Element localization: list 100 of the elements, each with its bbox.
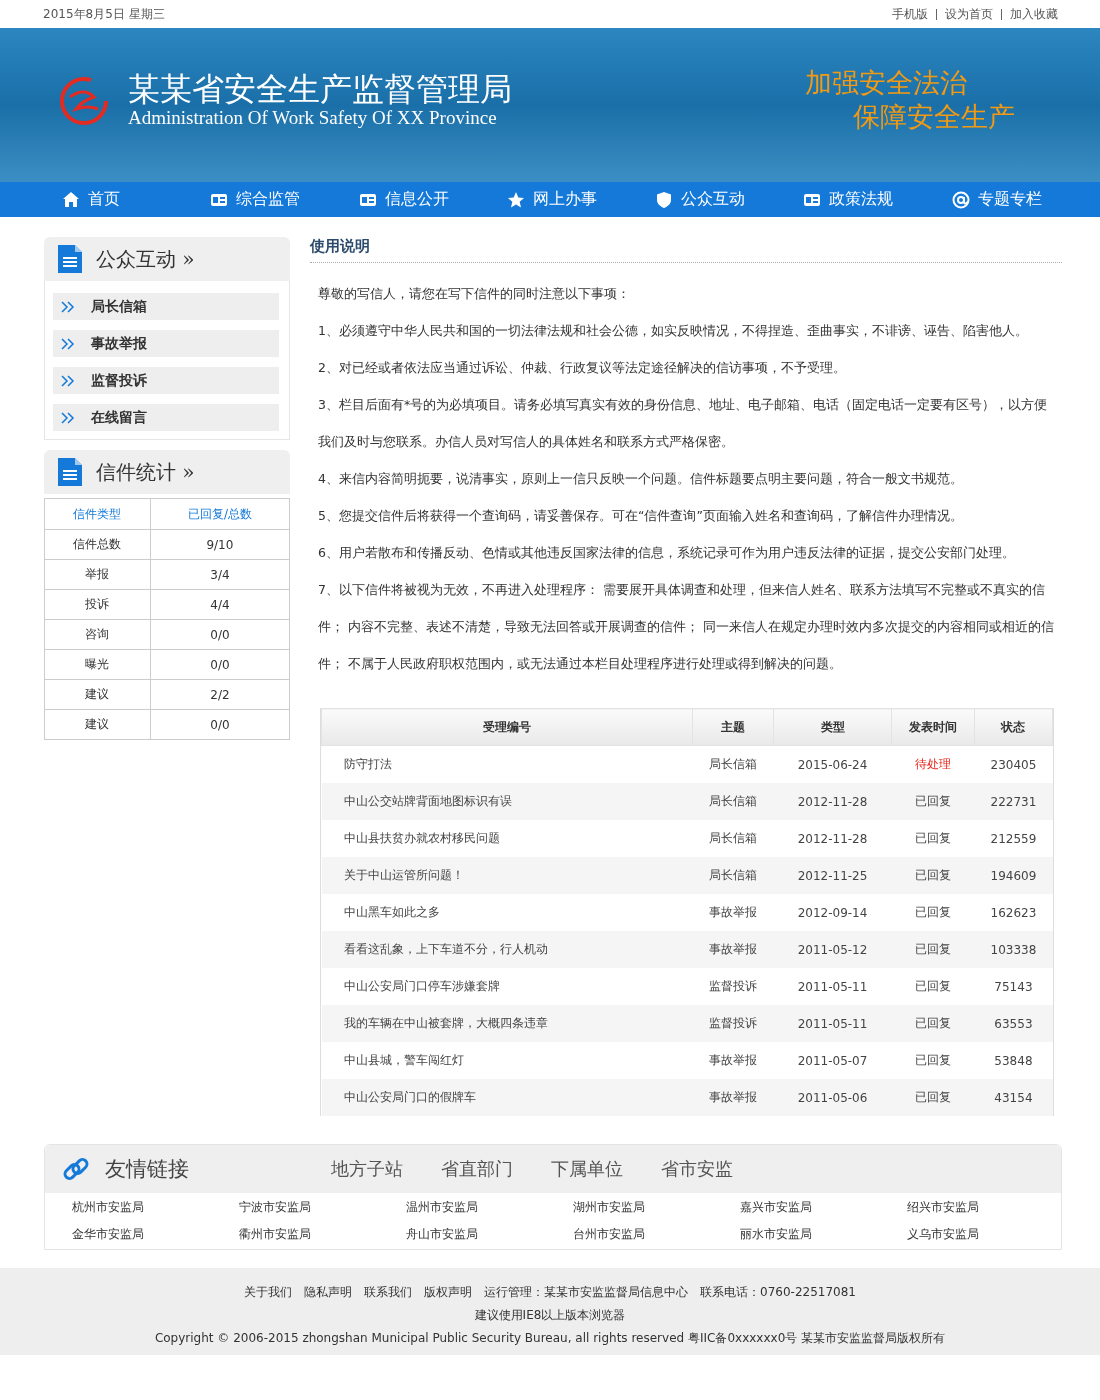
- friend-link[interactable]: 湖州市安监局: [573, 1199, 740, 1216]
- table-cell[interactable]: 中山公安局门口的假牌车: [321, 1079, 693, 1116]
- panel-title[interactable]: 公众互动 »: [96, 245, 195, 273]
- sidebar-item[interactable]: 事故举报: [53, 330, 279, 357]
- table-cell: 事故举报: [692, 1042, 774, 1079]
- sidebar-item[interactable]: 局长信箱: [53, 293, 279, 320]
- table-cell: 局长信箱: [692, 783, 774, 820]
- friend-link[interactable]: 杭州市安监局: [72, 1199, 239, 1216]
- table-cell: 2011-05-06: [773, 1079, 892, 1116]
- table-cell: 0/0: [150, 619, 290, 650]
- status-cell: 已回复: [891, 1079, 975, 1116]
- table-cell: 建议: [44, 679, 151, 710]
- table-cell: 0/0: [150, 709, 290, 740]
- status-cell: 已回复: [891, 1005, 975, 1042]
- links-tab[interactable]: 省市安监: [661, 1157, 733, 1181]
- table-cell: 2012-11-28: [773, 820, 892, 857]
- shield-icon: [655, 190, 674, 209]
- status-cell: 已回复: [891, 1042, 975, 1079]
- nav-item[interactable]: 专题专栏: [951, 182, 1100, 217]
- slogan-text: 保障安全生产: [852, 100, 1015, 134]
- table-cell: 2012-11-28: [773, 783, 892, 820]
- paragraph: 6、用户若散布和传播反动、色情或其他违反国家法律的信息，系统记录可作为用户违反法律的证据，提交公安部门处理。: [318, 544, 1016, 562]
- friend-link[interactable]: 绍兴市安监局: [907, 1199, 1074, 1216]
- links-title: 友情链接: [105, 1156, 190, 1183]
- table-cell: 9/10: [150, 529, 290, 560]
- friend-link[interactable]: 丽水市安监局: [740, 1226, 907, 1243]
- nav-item[interactable]: 政策法规: [803, 182, 952, 217]
- status-cell: 已回复: [891, 968, 975, 1005]
- links-tab[interactable]: 地方子站: [331, 1157, 403, 1181]
- double-chevron-icon: [61, 411, 75, 424]
- status-cell: 已回复: [891, 857, 975, 894]
- nav-item[interactable]: 综合监管: [210, 182, 359, 217]
- table-cell[interactable]: 中山公安局门口停车涉嫌套牌: [321, 968, 693, 1005]
- at-sign-icon: [951, 190, 970, 209]
- table-cell: 举报: [44, 559, 151, 590]
- table-cell: 63553: [974, 1005, 1053, 1042]
- table-cell: 2011-05-07: [773, 1042, 892, 1079]
- table-cell: 2011-05-12: [773, 931, 892, 968]
- friend-link[interactable]: 金华市安监局: [72, 1226, 239, 1243]
- footer-link[interactable]: 版权声明: [424, 1284, 472, 1301]
- top-link[interactable]: 设为首页: [945, 5, 993, 23]
- table-cell: 监督投诉: [692, 1005, 774, 1042]
- column-header: 发表时间: [891, 708, 975, 746]
- table-cell[interactable]: 关于中山运管所问题！: [321, 857, 693, 894]
- table-cell: 53848: [974, 1042, 1053, 1079]
- links-tab[interactable]: 省直部门: [441, 1157, 513, 1181]
- paragraph: 2、对已经或者依法应当通过诉讼、仲裁、行政复议等法定途径解决的信访事项，不予受理。: [318, 359, 847, 377]
- footer-link[interactable]: 联系我们: [364, 1284, 412, 1301]
- links-tab[interactable]: 下属单位: [551, 1157, 623, 1181]
- table-cell: 3/4: [150, 559, 290, 590]
- table-cell[interactable]: 中山县城，警车闯红灯: [321, 1042, 693, 1079]
- friend-link[interactable]: 义乌市安监局: [907, 1226, 1074, 1243]
- table-cell[interactable]: 中山公交站牌背面地图标识有误: [321, 783, 693, 820]
- paragraph: 尊敬的写信人，请您在写下信件的同时注意以下事项：: [318, 285, 631, 303]
- table-cell: 2012-09-14: [773, 894, 892, 931]
- status-cell: 已回复: [891, 931, 975, 968]
- sidebar-item[interactable]: 监督投诉: [53, 367, 279, 394]
- panel-title[interactable]: 信件统计 »: [96, 458, 195, 486]
- friend-link[interactable]: 衢州市安监局: [239, 1226, 406, 1243]
- paragraph: 5、您提交信件后将获得一个查询码，请妥善保存。可在“信件查询”页面输入姓名和查询码，了解信件办理情况。: [318, 507, 964, 525]
- section-title: 使用说明: [310, 237, 1062, 263]
- footer-link[interactable]: 隐私声明: [304, 1284, 352, 1301]
- footer-link[interactable]: 关于我们: [244, 1284, 292, 1301]
- star-icon: [506, 190, 525, 209]
- phone-text: 联系电话：0760-22517081: [700, 1284, 856, 1301]
- document-icon: [58, 245, 82, 273]
- double-chevron-icon: [61, 374, 75, 387]
- home-icon: [62, 190, 80, 209]
- column-header: 已回复/总数: [150, 498, 290, 530]
- table-cell: 2011-05-11: [773, 1005, 892, 1042]
- table-cell[interactable]: 我的车辆在中山被套牌，大概四条违章: [321, 1005, 693, 1042]
- table-cell[interactable]: 中山黑车如此之多: [321, 894, 693, 931]
- friend-link[interactable]: 嘉兴市安监局: [740, 1199, 907, 1216]
- table-cell[interactable]: 看看这乱象，上下车道不分，行人机动: [321, 931, 693, 968]
- site-subtitle: Administration Of Work Safety Of XX Province: [128, 107, 498, 130]
- friend-link[interactable]: 台州市安监局: [573, 1226, 740, 1243]
- table-cell[interactable]: 中山县扶贫办就农村移民问题: [321, 820, 693, 857]
- nav-item[interactable]: 信息公开: [358, 182, 507, 217]
- table-cell: 162623: [974, 894, 1053, 931]
- copyright-text: Copyright © 2006-2015 zhongshan Municipal Public Security Bureau, all rights reserved 粤IIC备0xxxxxx0号 某某市安监监督局版权所有: [154, 1330, 946, 1347]
- friend-link[interactable]: 温州市安监局: [406, 1199, 573, 1216]
- nav-item[interactable]: 首页: [62, 182, 211, 217]
- nav-item[interactable]: 公众互动: [655, 182, 804, 217]
- table-cell: 信件总数: [44, 529, 151, 560]
- table-cell: 0/0: [150, 649, 290, 680]
- top-link[interactable]: 加入收藏: [1010, 5, 1058, 23]
- nav-item[interactable]: 网上办事: [506, 182, 656, 217]
- friend-link[interactable]: 舟山市安监局: [406, 1226, 573, 1243]
- table-cell: 事故举报: [692, 931, 774, 968]
- table-cell: 103338: [974, 931, 1053, 968]
- sidebar-item[interactable]: 在线留言: [53, 404, 279, 431]
- table-cell: 75143: [974, 968, 1053, 1005]
- table-cell: 曝光: [44, 649, 151, 680]
- operator-text: 运行管理：某某市安监监督局信息中心: [484, 1284, 688, 1301]
- table-cell: 194609: [974, 857, 1053, 894]
- paragraph: 1、必须遵守中华人民共和国的一切法律法规和社会公德，如实反映情况，不得捏造、歪曲事实，不诽谤、诬告、陷害他人。: [318, 322, 1029, 340]
- table-cell: 230405: [974, 745, 1053, 783]
- top-link[interactable]: 手机版: [892, 5, 928, 23]
- table-cell[interactable]: 防守打法: [321, 745, 693, 783]
- friend-link[interactable]: 宁波市安监局: [239, 1199, 406, 1216]
